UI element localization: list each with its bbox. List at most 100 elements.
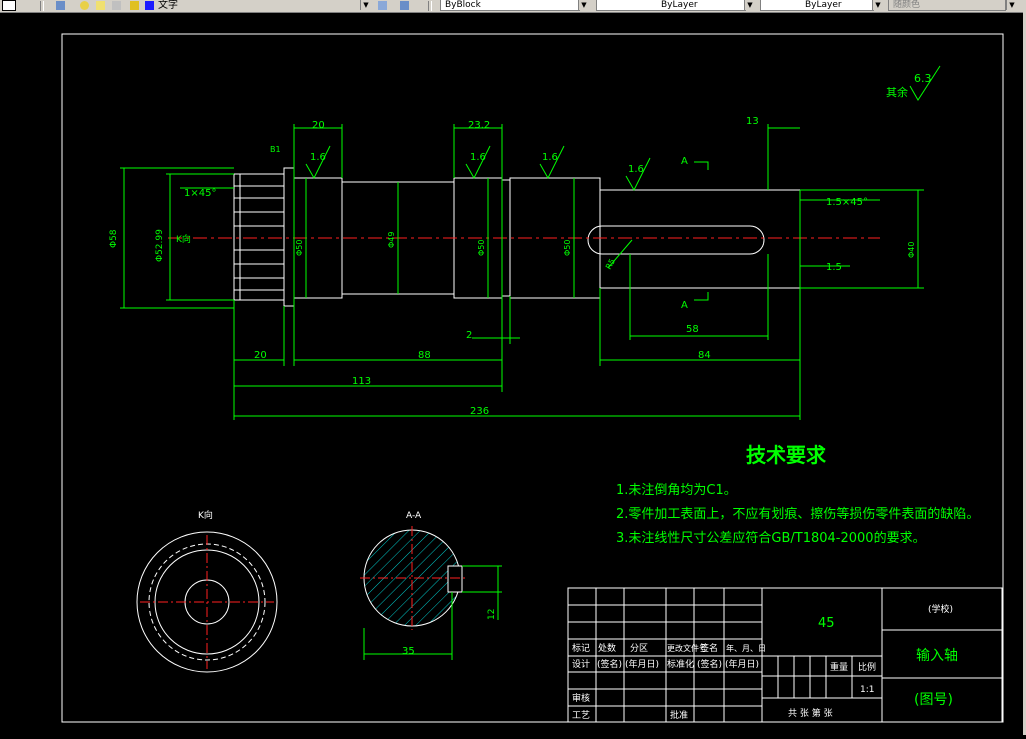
dim-phi52: Φ52.99 [155,229,165,262]
drawing-canvas[interactable]: 20 23.2 13 B1 1×45° 1.5×45° 1.5 Φ58 Φ52.… [0,12,1026,735]
separator [428,1,432,11]
hdr-zone: 分区 [630,643,648,654]
drawing-svg: 20 23.2 13 B1 1×45° 1.5×45° 1.5 Φ58 Φ52.… [61,33,1004,723]
dimension-lines [120,124,924,420]
dim-58: 58 [686,324,699,335]
color-combo[interactable]: ByBlock [440,0,580,11]
drawing-border [61,33,1004,723]
section-marks [694,161,709,301]
dim-20-top: 20 [312,120,325,131]
material: 45 [818,616,835,631]
layer-name[interactable]: 文字 [158,0,178,11]
tech-note-2: 2.零件加工表面上，不应有划痕、擦伤等损伤零件表面的缺陷。 [616,506,979,522]
scale-value: 1:1 [860,685,874,695]
plot-style-combo-value: 随颜色 [893,0,921,10]
linetype-combo-value: ByLayer [661,0,698,10]
hdr-date: 年、月、日 [726,643,766,653]
dim-236: 236 [470,406,489,417]
window-menu-icon[interactable] [2,0,16,11]
separator [40,1,44,11]
tech-title: 技术要求 [746,443,827,467]
roughness-3: 1.6 [542,152,558,163]
layers-icon[interactable] [56,1,65,10]
scale-label: 比例 [858,661,876,673]
layer-color-icon [145,1,154,10]
layer-previous-icon[interactable] [400,1,409,10]
color-dropdown-arrow[interactable]: ▼ [578,0,589,10]
drawing-number: (图号) [914,692,953,708]
keyway [587,225,765,255]
lineweight-combo[interactable]: ByLayer [760,0,874,11]
standardization-date: (年月日) [725,658,759,670]
dim-20-bottom: 20 [254,350,267,361]
hdr-mark: 标记 [572,642,590,654]
dim-phi58: Φ58 [109,229,119,248]
spline-teeth [234,174,284,300]
title-block-text: 45 (学校) 输入轴 (图号) 标记 处数 分区 更改文件号 签名 年、月、日… [572,603,958,721]
k-view: K向 [136,509,278,673]
section-a-bottom: A [681,300,688,311]
dim-13: 13 [746,116,759,127]
k-direction-label: K向 [176,233,191,245]
lock-icon[interactable] [112,1,121,10]
design-sign: (签名) [597,658,622,670]
tech-note-3: 3.未注线性尺寸公差应符合GB/T1804-2000的要求。 [616,530,926,546]
linetype-dropdown-arrow[interactable]: ▼ [744,0,755,10]
plot-style-dropdown-arrow[interactable]: ▼ [1006,0,1017,10]
design-date: (年月日) [625,658,659,670]
tech-requirements: 技术要求 1.未注倒角均为C1。 2.零件加工表面上，不应有划痕、擦伤等损伤零件… [616,443,979,546]
dim-2: 2 [466,330,472,341]
approve-label: 批准 [670,709,688,721]
design-label: 设计 [572,658,590,670]
dim-113: 113 [352,376,371,387]
dim-84: 84 [698,350,711,361]
sun-icon[interactable] [96,1,105,10]
dim-phi49: Φ49 [387,232,396,248]
dim-phi50-a: Φ50 [295,240,304,256]
sheet-count: 共 张 第 张 [788,707,833,719]
linetype-combo[interactable]: ByLayer [596,0,746,11]
spline-section [233,173,285,301]
a-a-section: A-A 35 12 [360,511,502,660]
shaft-main-view [233,167,801,307]
k-view-title: K向 [198,509,213,521]
hdr-count: 处数 [598,642,616,654]
weight-label: 重量 [830,661,848,673]
review-label: 审核 [572,692,590,704]
roughness-4: 1.6 [628,164,644,175]
dim-35: 35 [402,646,415,657]
standardization-label: 标准化 [667,658,694,670]
color-swatch-icon[interactable] [130,1,139,10]
lineweight-combo-value: ByLayer [805,0,842,10]
process-label: 工艺 [572,710,590,721]
dimension-texts: 20 23.2 13 B1 1×45° 1.5×45° 1.5 Φ58 Φ52.… [109,72,932,417]
plot-style-combo[interactable]: 随颜色 [888,0,1006,11]
color-combo-value: ByBlock [445,0,481,10]
a-a-title: A-A [406,511,422,521]
school: (学校) [928,603,953,615]
roughness-1: 1.6 [310,152,326,163]
chamfer-right: 1.5×45° [826,197,868,208]
dim-88: 88 [418,350,431,361]
part-name: 输入轴 [916,648,958,664]
key-depth: 1.5 [826,262,842,273]
dim-23-2: 23.2 [468,120,490,131]
chamfer-left: 1×45° [184,188,216,199]
roughness-rest-label: 其余 [886,85,908,99]
make-current-layer-icon[interactable] [378,1,387,10]
dim-phi50-b: Φ50 [477,240,486,256]
layer-dropdown-arrow[interactable]: ▼ [360,0,371,10]
dim-b1: B1 [270,145,281,154]
dim-phi50-c: Φ50 [563,240,572,256]
key-slot [447,565,463,593]
roughness-rest-value: 6.3 [914,72,932,85]
light-bulb-icon[interactable] [80,1,89,10]
roughness-symbols [305,65,941,192]
tech-note-1: 1.未注倒角均为C1。 [616,483,737,498]
lineweight-dropdown-arrow[interactable]: ▼ [872,0,883,10]
dim-12: 12 [487,609,497,620]
standardization-sign: (签名) [697,658,722,670]
roughness-2: 1.6 [470,152,486,163]
hdr-signature: 签名 [700,642,718,654]
section-a-top: A [681,156,688,167]
